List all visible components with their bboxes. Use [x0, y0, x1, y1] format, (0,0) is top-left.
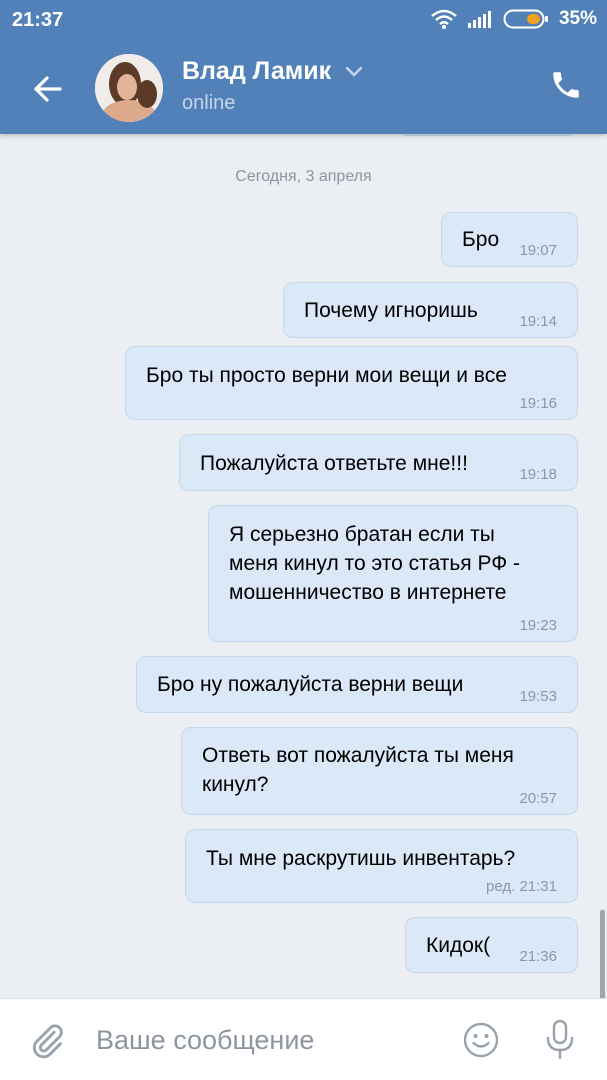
- paperclip-icon: [32, 1024, 63, 1059]
- smile-icon: [463, 1022, 499, 1058]
- message-input[interactable]: [96, 1023, 426, 1057]
- arrow-left-icon: [34, 76, 62, 102]
- chat-header: Влад Ламик online: [0, 42, 607, 134]
- outgoing-message[interactable]: Бро ты просто верни мои вещи и все 19:16: [125, 346, 578, 420]
- wifi-icon: [431, 9, 457, 29]
- outgoing-message[interactable]: Я серьезно братан если ты меня кинул то …: [208, 505, 578, 642]
- status-indicators: 35%: [431, 8, 597, 30]
- message-text: Бро ну пожалуйста верни вещи: [157, 673, 464, 696]
- scrollbar[interactable]: [600, 910, 605, 998]
- microphone-icon: [546, 1019, 574, 1060]
- phone-icon: [553, 72, 579, 98]
- partial-message-bubble: [398, 134, 576, 136]
- call-button[interactable]: [549, 68, 583, 102]
- status-bar: 21:37 35%: [0, 0, 607, 42]
- message-time: 20:57: [519, 790, 557, 807]
- message-text: Ты мне раскрутишь инвентарь?: [206, 847, 516, 870]
- outgoing-message[interactable]: Бро 19:07: [441, 212, 578, 267]
- outgoing-message[interactable]: Пожалуйста ответьте мне!!! 19:18: [179, 434, 578, 491]
- battery-percent: 35%: [558, 8, 597, 29]
- voice-message-button[interactable]: [543, 1018, 577, 1062]
- contact-avatar[interactable]: [95, 54, 163, 122]
- outgoing-message[interactable]: Почему игноришь 19:14: [283, 282, 578, 338]
- contact-name[interactable]: Влад Ламик: [182, 57, 331, 86]
- emoji-button[interactable]: [462, 1021, 500, 1059]
- signal-icon: [467, 11, 491, 28]
- contact-status: online: [182, 92, 236, 114]
- message-time: 19:16: [519, 395, 557, 412]
- message-time: 19:18: [519, 466, 557, 483]
- message-time: 19:07: [519, 242, 557, 259]
- avatar-photo: [95, 54, 163, 122]
- chevron-down-icon[interactable]: [345, 66, 363, 78]
- message-time: 19:14: [519, 313, 557, 330]
- message-time: 19:23: [519, 617, 557, 634]
- back-button[interactable]: [28, 70, 66, 108]
- outgoing-message[interactable]: Ответь вот пожалуйста ты меня кинул? 20:…: [181, 727, 578, 815]
- message-text: Бро ты просто верни мои вещи и все: [146, 364, 507, 387]
- attach-button[interactable]: [28, 1021, 66, 1061]
- outgoing-message[interactable]: Ты мне раскрутишь инвентарь? ред. 21:31: [185, 829, 578, 903]
- message-time: 19:53: [519, 688, 557, 705]
- battery-icon: [503, 9, 548, 29]
- composer-bar: [0, 998, 607, 1080]
- date-separator: Сегодня, 3 апреля: [235, 168, 372, 185]
- outgoing-message[interactable]: Бро ну пожалуйста верни вещи 19:53: [136, 656, 578, 713]
- message-list[interactable]: Сегодня, 3 апреля Бро 19:07 Почему игнор…: [0, 134, 607, 998]
- message-time: ред. 21:31: [486, 878, 557, 895]
- status-time: 21:37: [12, 9, 64, 31]
- message-text: Я серьезно братан если ты меня кинул то …: [229, 523, 521, 604]
- message-time: 21:36: [519, 948, 557, 965]
- outgoing-message[interactable]: Кидок( 21:36: [405, 917, 578, 973]
